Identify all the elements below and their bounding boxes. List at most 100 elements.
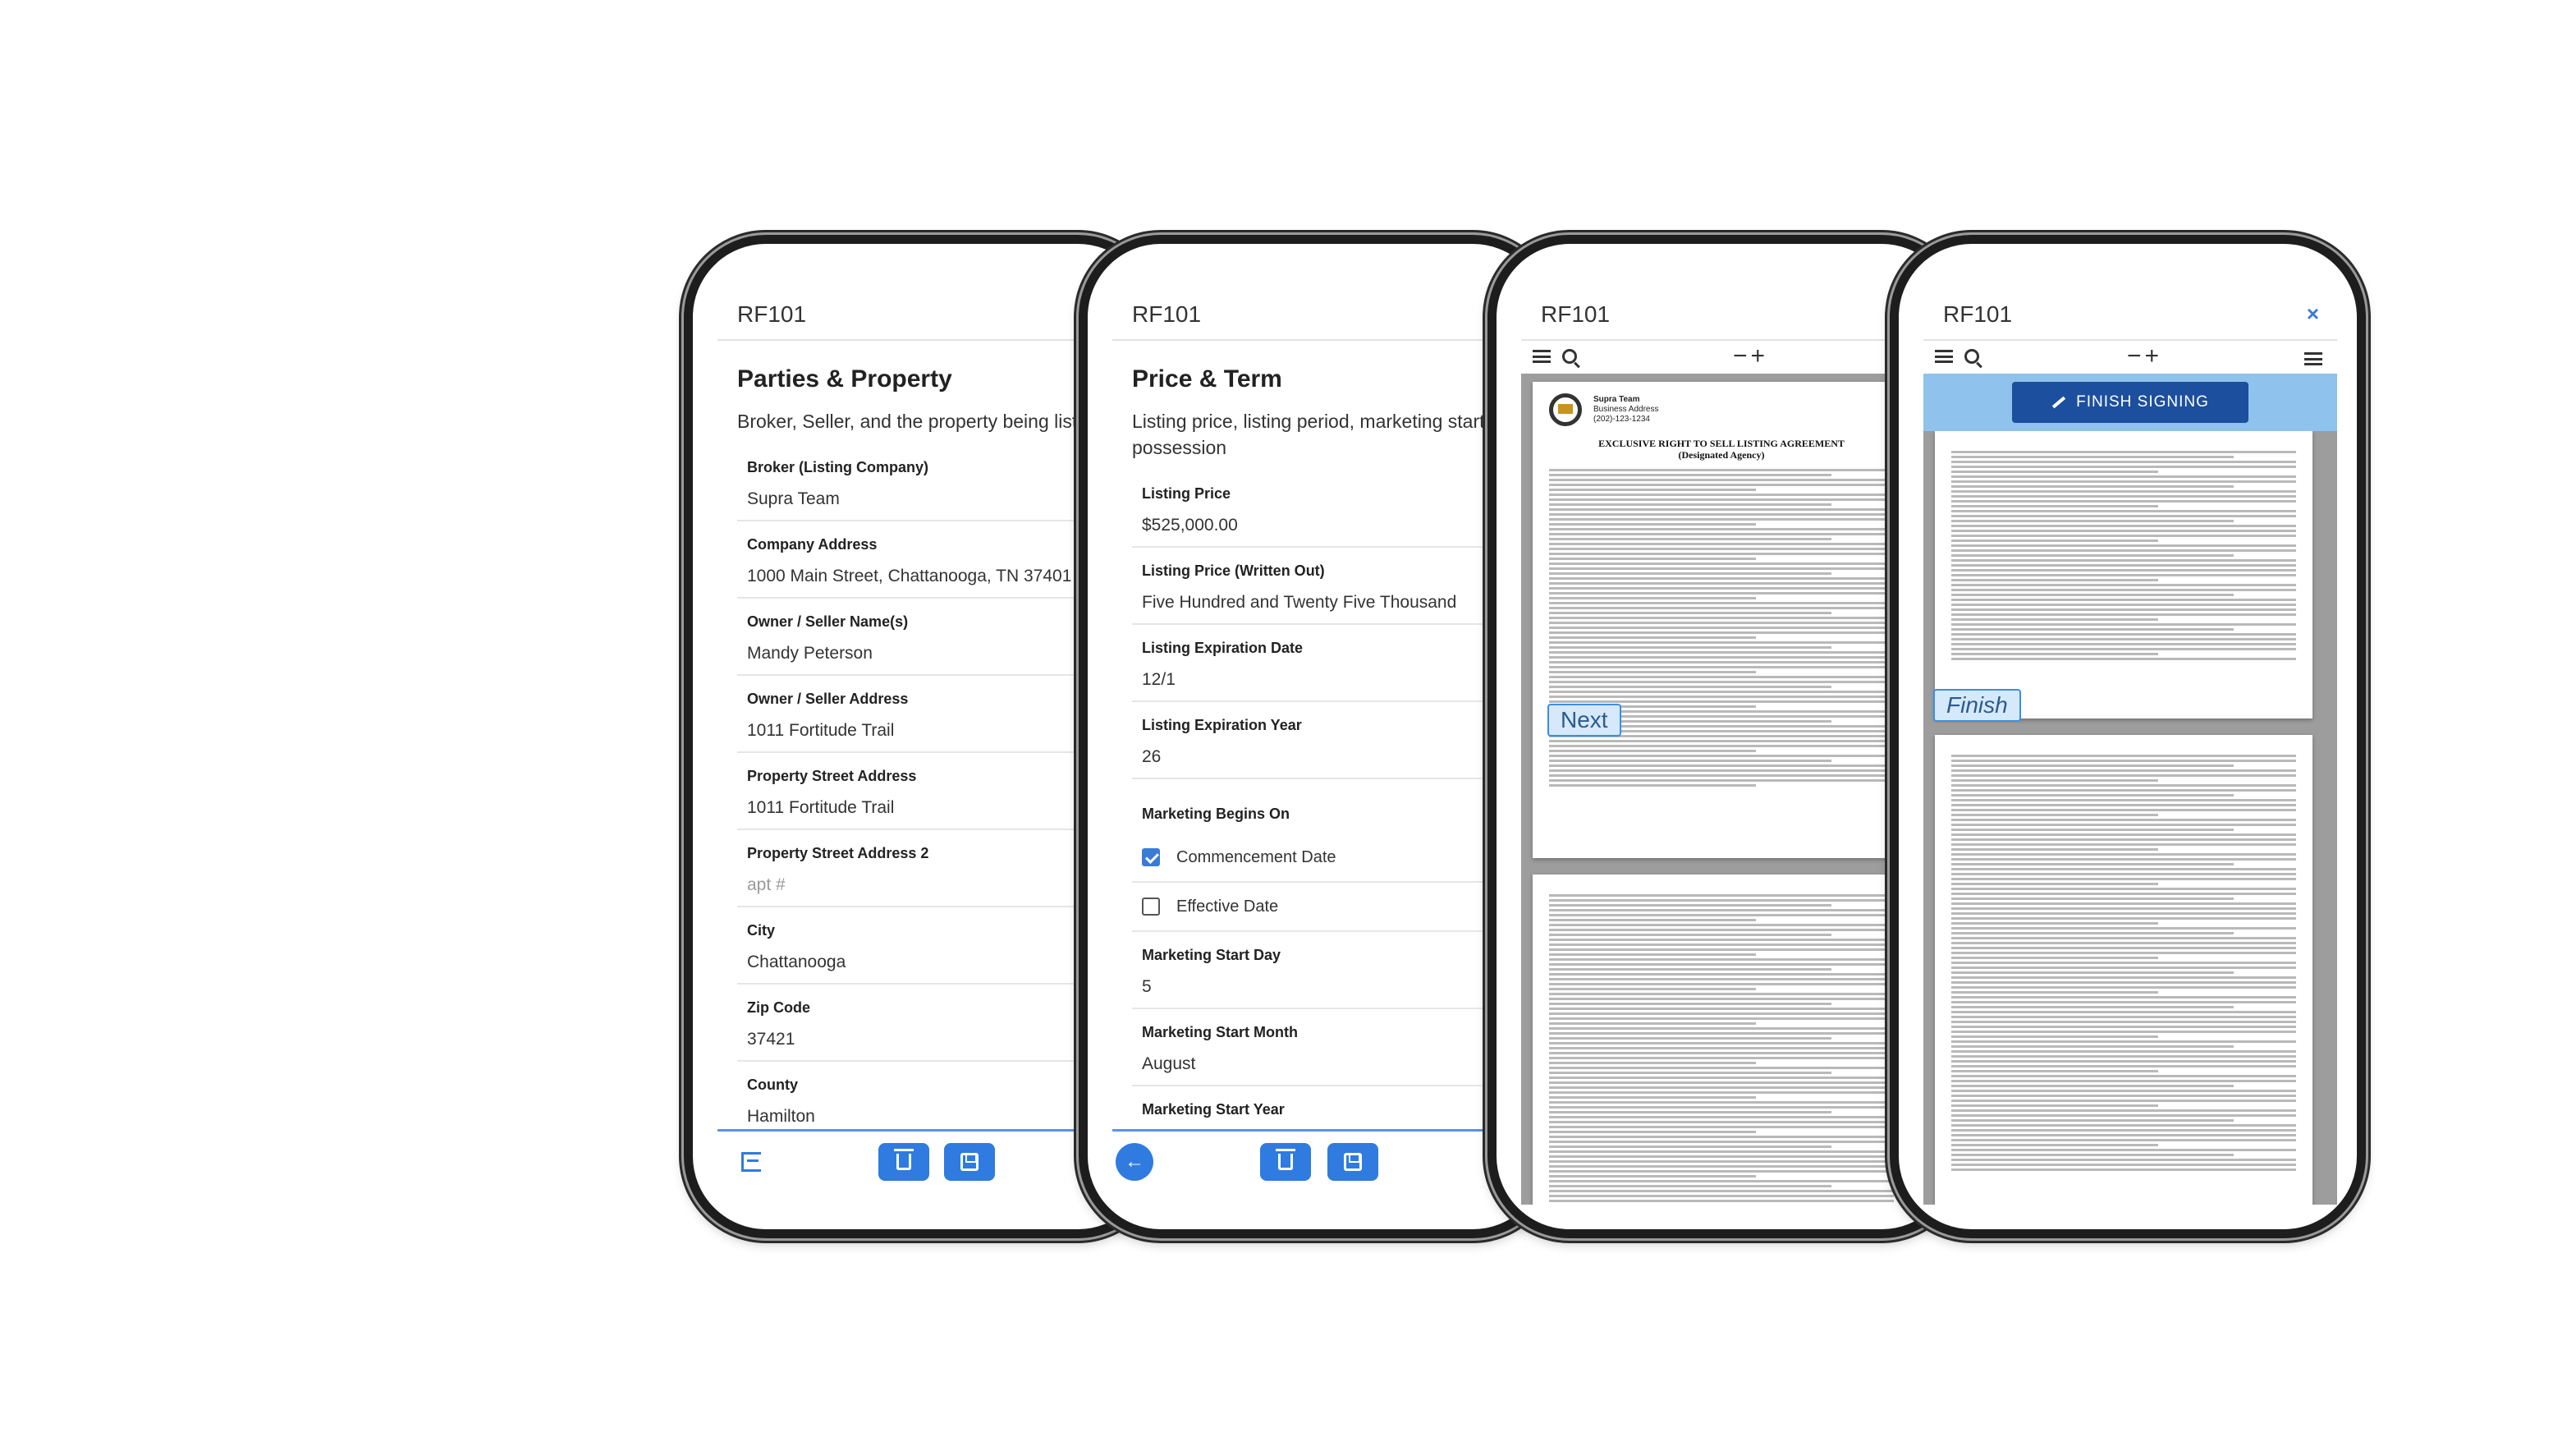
field-label: Zip Code — [747, 999, 810, 1016]
checkbox-option[interactable]: Effective Date — [1132, 883, 1526, 932]
screen: RF101 Price & Term Listing price, listin… — [1112, 260, 1526, 1205]
form-field[interactable]: Zip Code 37421 — [737, 985, 1131, 1062]
form-field[interactable]: County Hamilton — [737, 1062, 1131, 1126]
screen: RF101 × −+ FINISH SIGNING Finish — [1923, 260, 2337, 1205]
menu-icon[interactable] — [1533, 350, 1551, 363]
field-label: Company Address — [747, 536, 878, 553]
next-button[interactable]: Next — [1547, 704, 1621, 737]
pen-icon — [2051, 396, 2066, 409]
form-field[interactable]: Marketing Start Year26 — [1132, 1086, 1526, 1126]
phone-finish-signing: RF101 × −+ FINISH SIGNING Finish — [1890, 235, 2366, 1238]
field-label: Listing Expiration Year — [1142, 717, 1302, 733]
save-icon — [960, 1153, 979, 1171]
field-value[interactable]: 5 — [1142, 977, 1526, 997]
exit-icon — [741, 1152, 761, 1172]
company-logo-icon — [1549, 393, 1582, 426]
field-label: Listing Price (Written Out) — [1142, 562, 1325, 579]
search-icon[interactable] — [1562, 349, 1577, 364]
field-value[interactable]: 37421 — [747, 1030, 1131, 1049]
form-field[interactable]: Broker (Listing Company) Supra Team — [737, 444, 1131, 521]
header-divider — [1112, 339, 1526, 341]
form-field[interactable]: Company Address 1000 Main Street, Chattan… — [737, 521, 1131, 599]
field-value[interactable]: 1011 Fortitude Trail — [747, 798, 1131, 818]
field-value[interactable]: Hamilton — [747, 1107, 1131, 1126]
marketing-begins-label: Marketing Begins On — [1142, 806, 1290, 822]
trash-icon — [894, 1149, 914, 1170]
company-info-line: Supra Team — [1593, 395, 1640, 404]
field-value[interactable]: 12/1 — [1142, 670, 1526, 690]
menu-icon[interactable] — [1935, 350, 1953, 363]
field-value[interactable]: Mandy Peterson — [747, 644, 1131, 663]
field-label: City — [747, 922, 776, 939]
form-title: Price & Term — [1132, 365, 1282, 393]
document-page-1: Supra Team Business Address (202)-123-1234… — [1533, 382, 1910, 858]
form-price-term: Price & Term Listing price, listing peri… — [1132, 365, 1526, 1126]
field-value[interactable]: 1000 Main Street, Chattanooga, TN 37401 — [747, 567, 1131, 586]
form-field[interactable]: Marketing Start Month August — [1132, 1009, 1526, 1086]
document-area[interactable] — [1923, 374, 2337, 1205]
footer-toolbar: ← — [1112, 1129, 1526, 1205]
form-field[interactable]: Owner / Seller Address 1011 Fortitude Tra… — [737, 676, 1131, 753]
form-field[interactable]: Listing Price $525,000.00 — [1132, 471, 1526, 548]
form-field[interactable]: Owner / Seller Name(s) Mandy Peterson — [737, 599, 1131, 676]
field-label: Marketing Start Month — [1142, 1024, 1299, 1040]
finish-signing-banner: FINISH SIGNING — [1923, 374, 2337, 431]
field-value[interactable]: 26 — [1142, 747, 1526, 767]
field-value[interactable]: Five Hundred and Twenty Five Thousand — [1142, 593, 1526, 613]
document-text — [1549, 469, 1894, 787]
checkbox-option[interactable]: Commencement Date — [1132, 833, 1526, 883]
form-field[interactable]: Property Street Address 2 apt # — [737, 830, 1131, 907]
fields-list: Broker (Listing Company) Supra Team Compan… — [737, 444, 1131, 1126]
exit-button[interactable] — [726, 1143, 777, 1181]
form-field[interactable]: Listing Price (Written Out) Five Hundred … — [1132, 548, 1526, 625]
form-field[interactable]: Marketing Start Day 5 — [1132, 932, 1526, 1009]
field-value[interactable]: 1011 Fortitude Trail — [747, 721, 1131, 741]
zoom-controls[interactable]: −+ — [2127, 342, 2162, 370]
screen: RF101 −+ Supra Team Business Address (202)… — [1521, 260, 1935, 1205]
form-field[interactable]: Listing Expiration Date 12/1 — [1132, 625, 1526, 702]
save-button[interactable] — [1327, 1143, 1378, 1181]
search-icon[interactable] — [1964, 349, 1979, 364]
delete-button[interactable] — [1260, 1143, 1311, 1181]
viewer-toolbar: −+ — [1923, 342, 2337, 370]
save-icon — [1344, 1153, 1362, 1171]
phone-price-term: RF101 Price & Term Listing price, listin… — [1079, 235, 1555, 1238]
close-icon[interactable]: × — [2307, 301, 2319, 327]
checkbox-label: Commencement Date — [1176, 847, 1336, 866]
field-value[interactable]: apt # — [747, 875, 1131, 895]
field-label: Owner / Seller Address — [747, 691, 909, 707]
back-button[interactable]: ← — [1116, 1143, 1153, 1181]
document-heading-line: EXCLUSIVE RIGHT TO SELL LISTING AGREEMEN… — [1598, 438, 1845, 449]
zoom-controls[interactable]: −+ — [1733, 342, 1768, 370]
checkbox-unchecked[interactable] — [1142, 898, 1160, 916]
arrow-left-icon: ← — [1125, 1150, 1144, 1173]
viewer-toolbar: −+ — [1521, 342, 1935, 370]
save-button[interactable] — [944, 1143, 995, 1181]
form-title: Parties & Property — [737, 365, 952, 393]
company-info-line: Business Address — [1593, 405, 1659, 414]
field-value[interactable]: August — [1142, 1054, 1526, 1074]
field-value[interactable]: Supra Team — [747, 489, 1131, 509]
delete-button[interactable] — [878, 1143, 929, 1181]
form-field[interactable]: Listing Expiration Year 26 — [1132, 702, 1526, 779]
app-title: RF101 — [1132, 301, 1202, 327]
form-subtitle: Broker, Seller, and the property being l… — [737, 411, 1098, 432]
screen: RF101 Parties & Property Broker, Seller,… — [717, 260, 1131, 1205]
field-value[interactable]: Chattanooga — [747, 953, 1131, 972]
checkbox-checked[interactable] — [1142, 848, 1160, 866]
app-title: RF101 — [737, 301, 807, 327]
trash-icon — [1276, 1149, 1295, 1170]
header-divider — [1521, 339, 1935, 341]
document-area[interactable]: Supra Team Business Address (202)-123-1234… — [1521, 374, 1935, 1205]
header-divider — [717, 339, 1131, 341]
document-page-2 — [1533, 875, 1910, 1205]
field-label: County — [747, 1077, 798, 1093]
field-value[interactable]: $525,000.00 — [1142, 516, 1526, 535]
finish-signing-button[interactable]: FINISH SIGNING — [2012, 382, 2248, 423]
company-info: Supra Team Business Address (202)-123-1234 — [1593, 395, 1659, 425]
form-field[interactable]: City Chattanooga — [737, 907, 1131, 985]
hamburger-menu-icon[interactable] — [2304, 352, 2322, 365]
form-field[interactable]: Property Street Address 1011 Fortitude Tr… — [737, 753, 1131, 830]
finish-button[interactable]: Finish — [1933, 689, 2021, 722]
form-subtitle: Listing price, listing period, marketing… — [1132, 411, 1490, 458]
